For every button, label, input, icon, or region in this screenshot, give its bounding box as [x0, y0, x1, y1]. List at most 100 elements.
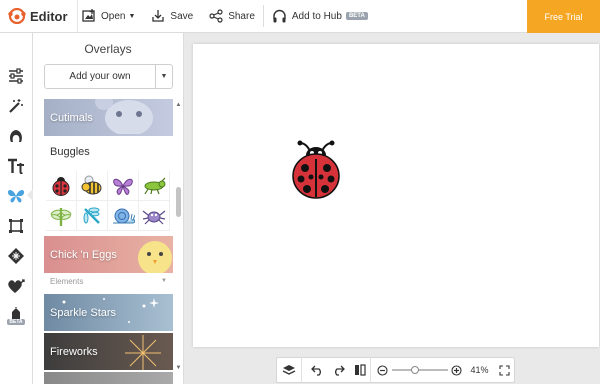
zoom-percentage: 41%	[470, 365, 489, 375]
sparkle-stars-label: Sparkle Stars	[50, 306, 117, 319]
spider-icon	[142, 210, 166, 224]
redo-button[interactable]	[328, 357, 349, 383]
open-button[interactable]: Open ▼	[78, 0, 143, 33]
layers-button[interactable]	[277, 357, 303, 383]
compare-icon	[354, 364, 366, 376]
fullscreen-button[interactable]	[495, 357, 515, 383]
overlays-panel: Overlays Add your own ▼ Cutimals Buggles	[33, 33, 184, 384]
fireworks-art	[125, 335, 161, 370]
fireworks-label: Fireworks	[50, 345, 98, 358]
zoom-slider-handle[interactable]	[411, 366, 420, 374]
heart-arrow-icon	[8, 279, 25, 293]
zoom-slider-track	[391, 369, 448, 371]
tool-overlays[interactable]	[0, 181, 33, 211]
layers-icon	[282, 365, 296, 375]
category-next[interactable]	[44, 372, 173, 384]
snail-icon	[113, 208, 135, 223]
category-cutimals[interactable]: Cutimals	[44, 99, 173, 136]
tool-text[interactable]	[0, 151, 32, 181]
undo-button[interactable]	[306, 357, 327, 383]
overlay-butterfly[interactable]	[108, 171, 139, 201]
overlay-grasshopper[interactable]	[139, 171, 170, 201]
section-elements-label: Elements	[50, 276, 84, 286]
redo-icon	[335, 365, 345, 376]
bee-icon	[81, 175, 102, 194]
texture-icon	[8, 248, 24, 264]
add-to-hub-label: Add to Hub	[291, 10, 342, 22]
blue-dragonfly-icon	[83, 207, 100, 224]
app-title: Editor	[30, 8, 68, 24]
overlay-ladybug[interactable]	[46, 171, 77, 201]
cutimals-art	[95, 99, 153, 134]
chick-n-eggs-label: Chick 'n Eggs	[50, 248, 117, 261]
overlay-spider[interactable]	[139, 201, 170, 231]
add-your-own-dropdown[interactable]: ▼	[155, 65, 172, 88]
butterfly-icon	[7, 189, 25, 203]
overlay-dragonfly-green[interactable]	[46, 201, 77, 231]
tool-rail: BETA	[0, 33, 33, 384]
ladybug-overlay[interactable]	[289, 139, 343, 201]
frame-icon	[9, 219, 23, 233]
buggles-grid	[46, 171, 171, 231]
buggles-title[interactable]: Buggles	[44, 138, 173, 158]
chevron-down-icon: ▼	[128, 12, 136, 20]
tool-frames[interactable]	[0, 211, 32, 241]
cutimals-label: Cutimals	[50, 111, 93, 124]
caret-down-icon: ▼	[160, 73, 168, 80]
headphones-hub-icon	[273, 9, 286, 22]
seasonal-beta-badge: BETA	[7, 319, 25, 325]
add-to-hub-button[interactable]: Add to Hub BETA	[264, 0, 376, 33]
grasshopper-icon	[144, 177, 166, 194]
panel-scrollbar[interactable]: ▲ ▼	[175, 102, 182, 372]
zoom-out-button[interactable]	[375, 357, 391, 383]
face-icon	[10, 130, 22, 142]
overlay-dragonfly-blue[interactable]	[77, 201, 108, 231]
zoom-slider[interactable]	[390, 357, 449, 383]
overlay-bee[interactable]	[77, 171, 108, 201]
compare-button[interactable]	[349, 357, 371, 383]
category-sparkle-stars[interactable]: Sparkle Stars	[44, 294, 173, 331]
zoom-in-button[interactable]	[449, 357, 465, 383]
free-trial-button[interactable]: Free Trial	[527, 0, 600, 33]
tool-textures[interactable]	[0, 241, 32, 271]
share-icon	[209, 9, 223, 23]
image-open-icon	[82, 9, 95, 22]
bottom-toolbar: 41%	[276, 357, 515, 383]
section-elements-header[interactable]: Elements ▼	[44, 273, 173, 289]
add-your-own-label: Add your own	[69, 71, 131, 82]
undo-icon	[310, 365, 321, 376]
app-logo[interactable]: Editor	[0, 0, 78, 33]
scrollbar-thumb[interactable]	[176, 187, 181, 217]
purple-butterfly-icon	[113, 178, 133, 195]
tool-touch-up[interactable]	[0, 121, 32, 151]
tool-basic-edits[interactable]	[0, 61, 32, 91]
sliders-icon	[9, 68, 23, 84]
workspace: 41%	[184, 33, 600, 384]
editing-canvas[interactable]	[193, 44, 599, 347]
add-your-own-button[interactable]: Add your own ▼	[44, 64, 173, 89]
save-label: Save	[170, 10, 194, 22]
picmonkey-logo-icon	[8, 8, 26, 24]
tool-seasonal[interactable]: BETA	[0, 301, 32, 331]
save-icon	[152, 10, 165, 22]
ladybug-icon	[52, 176, 70, 196]
chick-art	[138, 241, 172, 273]
seasonal-icon	[12, 307, 20, 319]
tool-effects[interactable]	[0, 91, 32, 121]
zoom-in-icon	[451, 364, 462, 376]
overlay-category-list: Cutimals Buggles Chick 'n Eggs Elements …	[44, 99, 173, 384]
panel-title: Overlays	[84, 42, 132, 56]
scroll-down-icon[interactable]: ▼	[175, 365, 182, 372]
hub-beta-badge: BETA	[345, 12, 368, 20]
share-button[interactable]: Share	[201, 0, 263, 33]
category-buggles: Buggles	[44, 138, 173, 236]
text-icon	[8, 158, 24, 174]
scroll-up-icon[interactable]: ▲	[175, 102, 182, 109]
save-button[interactable]: Save	[143, 0, 201, 33]
category-chick-n-eggs[interactable]: Chick 'n Eggs	[44, 236, 173, 273]
green-dragonfly-icon	[50, 207, 72, 226]
tool-favorites[interactable]	[0, 271, 32, 301]
overlay-snail[interactable]	[108, 201, 139, 231]
category-fireworks[interactable]: Fireworks	[44, 333, 173, 370]
fullscreen-icon	[499, 364, 510, 376]
